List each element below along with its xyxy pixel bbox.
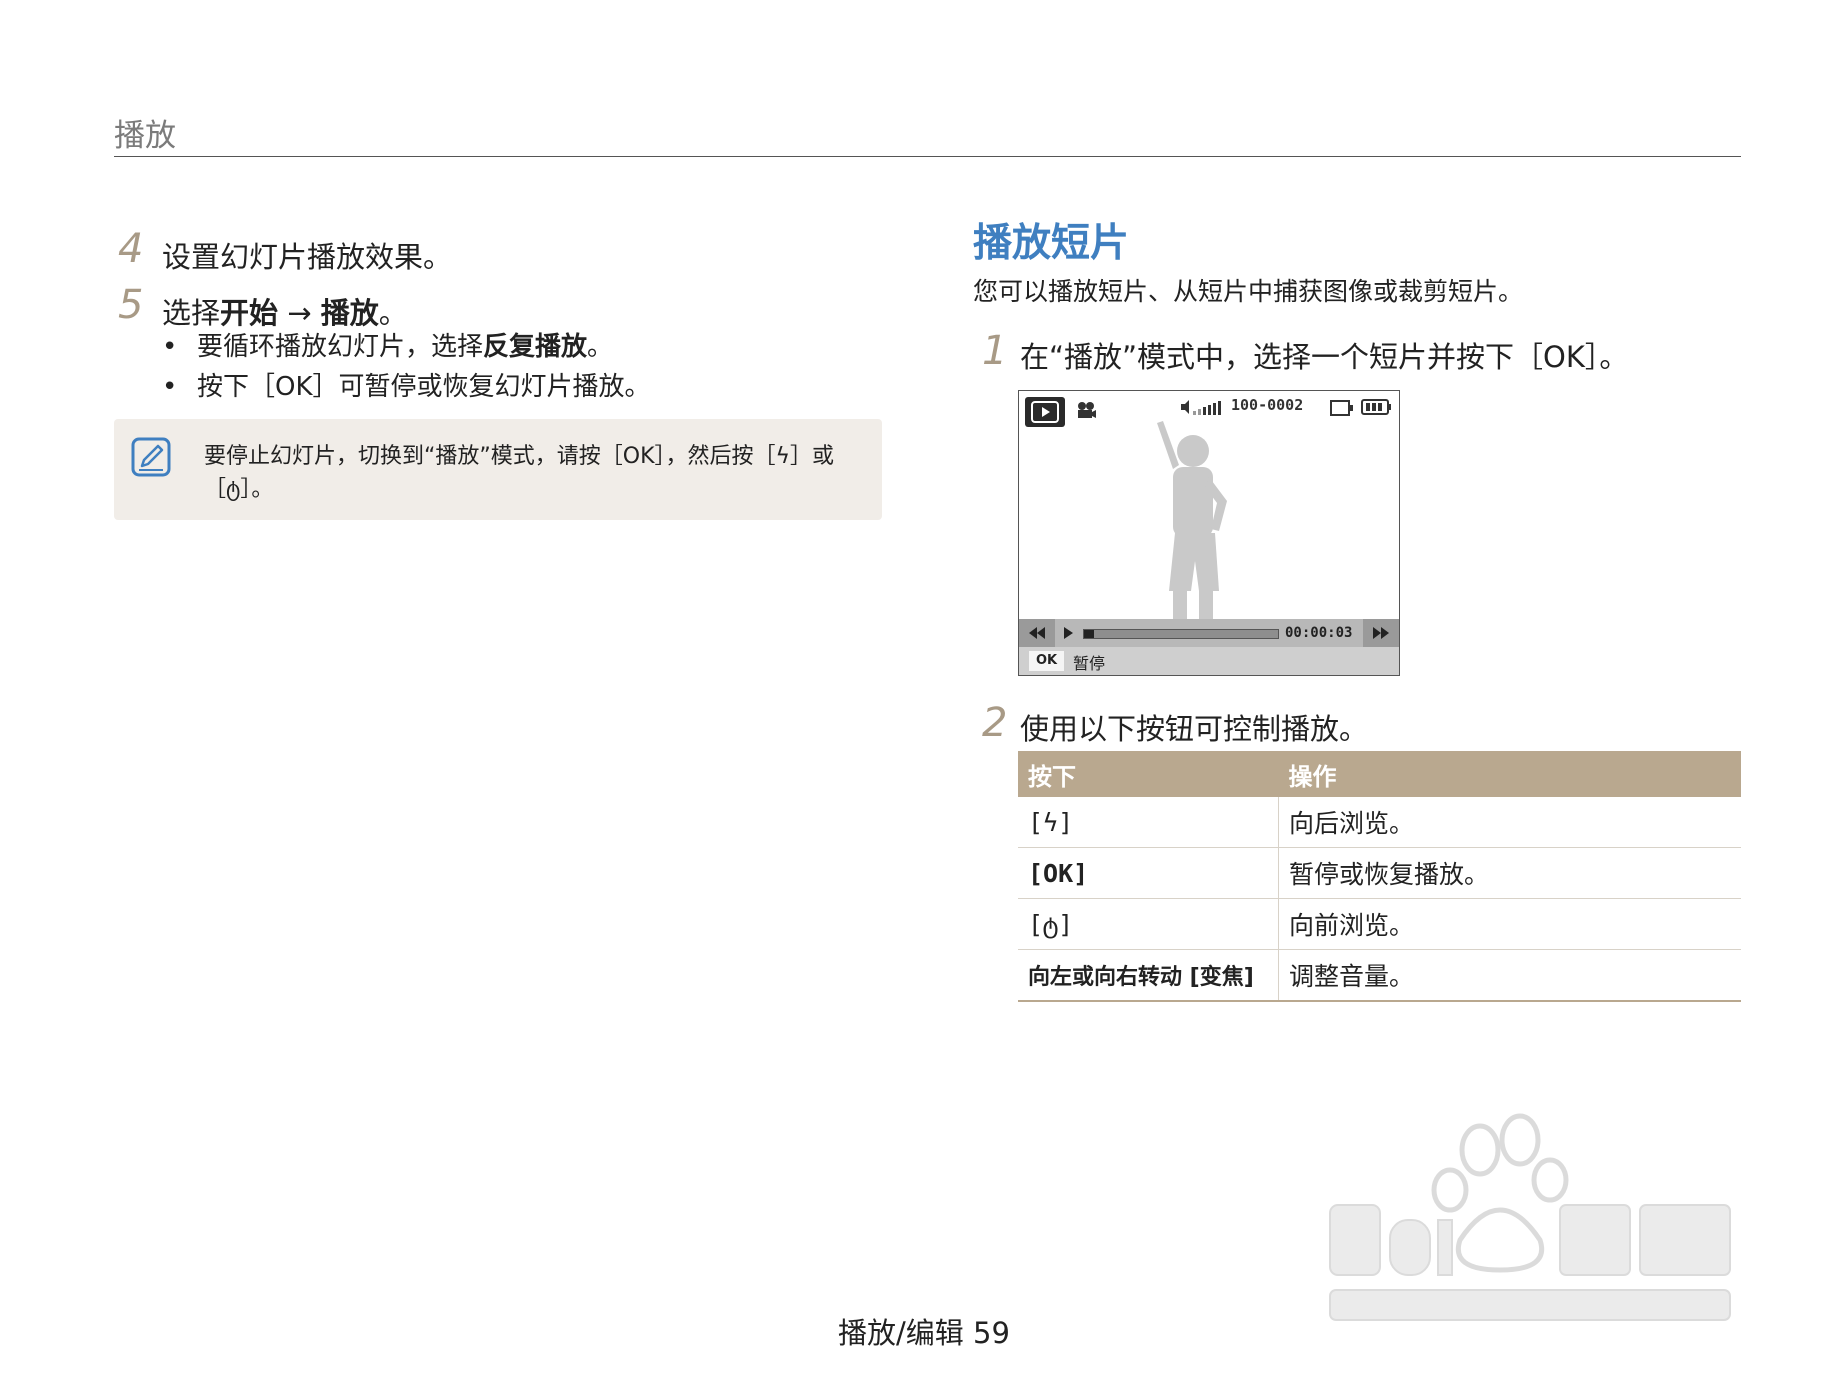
bullet-item: • 按下［OK］可暂停或恢复幻灯片播放。 [162,366,651,403]
bullet-1-bold: 反复播放 [483,332,588,362]
table-row: [ტ] 向前浏览。 [1018,898,1741,950]
button-function-table: 按下 操作 [ϟ] 向后浏览。 [OK] 暂停或恢复播放。 [ტ] 向前浏览。 … [1018,751,1741,1002]
table-row: 向左或向右转动 [变焦] 调整音量。 [1018,949,1741,1002]
camera-screen: 100-0002 00:00:03 OK 暂停 [1018,390,1400,676]
playback-control-bar: 00:00:03 [1019,619,1399,647]
step-5-bold-play: 播放 [320,296,379,330]
progress-fill [1084,630,1094,638]
table-cell-action: 暂停或恢复播放。 [1278,847,1741,899]
note-pencil-icon [131,437,171,477]
table-cell-action: 调整音量。 [1278,949,1741,1002]
play-icon[interactable] [1061,626,1075,640]
bullet-dot-icon: • [162,332,178,362]
step-4-text: 设置幻灯片播放效果。 [162,240,453,274]
note-text: 要停止幻灯片，切换到“播放”模式，请按［OK］，然后按［ϟ］或 ［ტ］。 [204,440,864,506]
step-5-number: 5 [118,282,144,328]
step-5-prefix: 选择 [162,296,221,330]
section-intro: 您可以播放短片、从短片中捕获图像或裁剪短片。 [973,277,1524,306]
table-row: [ϟ] 向后浏览。 [1018,797,1741,848]
bullet-1-prefix: 要循环播放幻灯片，选择 [197,332,484,362]
step-2-number: 2 [982,700,1008,746]
step-4-number: 4 [118,226,144,272]
step-5-suffix: 。 [378,296,408,330]
step-5-arrow: → [278,296,321,330]
pause-hint: 暂停 [1073,654,1106,673]
volume-level-icon [1181,400,1221,415]
bullet-1-suffix: 。 [587,332,614,362]
baidu-jingyan-watermark-logo [1329,1113,1731,1321]
movie-camera-icon [1078,402,1096,418]
header-divider [114,156,1741,157]
bullet-dot-icon: • [162,372,178,402]
elapsed-time: 00:00:03 [1285,625,1353,641]
fast-forward-icon[interactable] [1363,619,1399,647]
step-1-number: 1 [982,328,1008,374]
bullet-2-text: 按下［OK］可暂停或恢复幻灯片播放。 [197,372,651,402]
table-header-row: 按下 操作 [1018,751,1741,797]
page-footer: 播放/编辑 59 [838,1316,1010,1350]
progress-track[interactable] [1083,629,1279,639]
note-line-1: 要停止幻灯片，切换到“播放”模式，请按［OK］，然后按［ϟ］或 [204,444,835,469]
table-cell-action: 向后浏览。 [1278,797,1741,848]
table-cell-key: [OK] [1018,847,1279,899]
table-header-press: 按下 [1018,751,1279,797]
person-silhouette-image [1157,421,1227,643]
table-cell-action: 向前浏览。 [1278,898,1741,950]
table-cell-key: [ტ] [1018,898,1279,950]
ok-key-badge: OK [1029,651,1065,671]
table-cell-key: 向左或向右转动 [变焦] [1018,949,1279,1002]
rewind-icon[interactable] [1019,619,1055,647]
file-number: 100-0002 [1231,396,1304,414]
bullet-item: • 要循环播放幻灯片，选择反复播放。 [162,326,613,363]
header-title: 播放 [114,118,176,154]
step-5-bold-start: 开始 [220,296,279,330]
note-line-2: ［ტ］。 [204,477,274,502]
memory-card-icon [1330,400,1353,416]
table-header-action: 操作 [1278,751,1741,797]
step-1-text: 在“播放”模式中，选择一个短片并按下［OK］。 [1020,340,1629,374]
screen-hint-bar: OK 暂停 [1019,647,1399,675]
battery-icon [1361,399,1391,415]
playback-mode-icon [1025,397,1065,427]
step-2-text: 使用以下按钮可控制播放。 [1020,712,1369,746]
section-title: 播放短片 [973,221,1130,266]
table-row: [OK] 暂停或恢复播放。 [1018,847,1741,899]
table-cell-key: [ϟ] [1018,797,1279,848]
